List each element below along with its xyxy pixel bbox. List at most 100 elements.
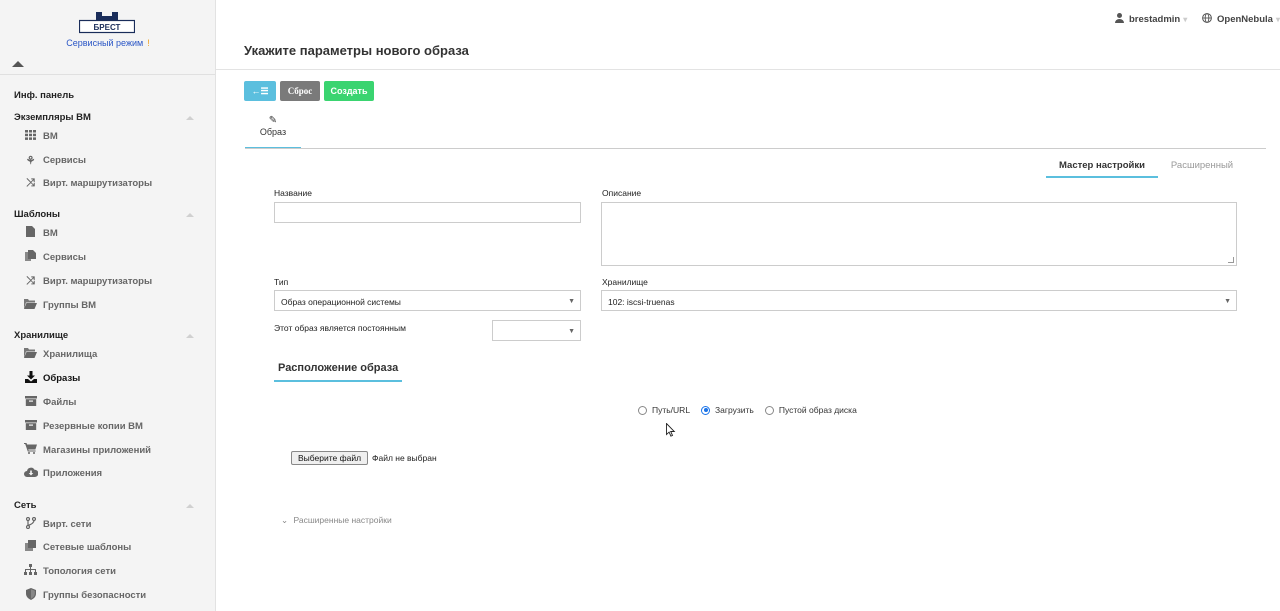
brest-logo[interactable]: БРЕСТ bbox=[79, 10, 135, 34]
zone-name: OpenNebula bbox=[1217, 14, 1273, 25]
persistent-select[interactable]: ▼ bbox=[492, 320, 581, 341]
sidebar-item-label: Резервные копии ВМ bbox=[43, 420, 143, 432]
tab-wizard[interactable]: Мастер настройки bbox=[1046, 160, 1158, 178]
radio-upload-label[interactable]: Загрузить bbox=[715, 405, 754, 415]
branch-icon bbox=[24, 516, 37, 532]
datastore-select[interactable]: 102: iscsi-truenas ▼ bbox=[601, 290, 1237, 311]
sidebar-item-label: Образы bbox=[43, 372, 81, 384]
sidebar-item-router-templates[interactable]: ⤨ Вирт. маршрутизаторы bbox=[24, 273, 152, 289]
sidebar-section-storage[interactable]: Хранилище bbox=[14, 330, 68, 341]
sidebar-item-network-topology[interactable]: Топология сети bbox=[24, 563, 116, 579]
file-status-text: Файл не выбран bbox=[372, 453, 437, 463]
name-label: Название bbox=[274, 188, 312, 198]
sidebar-divider bbox=[0, 74, 215, 75]
sidebar-item-vm-groups[interactable]: Группы ВМ bbox=[24, 297, 96, 313]
reset-button[interactable]: Сброс bbox=[280, 81, 320, 101]
download-icon bbox=[24, 370, 37, 386]
sidebar-item-label: Вирт. сети bbox=[43, 518, 92, 530]
sidebar-item-vm-templates[interactable]: ВМ bbox=[24, 225, 58, 241]
choose-file-button[interactable]: Выберите файл bbox=[291, 451, 368, 465]
page-title: Укажите параметры нового образа bbox=[244, 43, 469, 58]
clone-icon bbox=[24, 540, 37, 554]
radio-path-url[interactable] bbox=[638, 405, 647, 415]
edit-icon: ✎ bbox=[268, 115, 278, 126]
logo-text: БРЕСТ bbox=[94, 23, 121, 32]
sidebar-item-label: Группы ВМ bbox=[43, 299, 96, 311]
globe-icon bbox=[1202, 13, 1212, 26]
advanced-settings-label: Расширенные настройки bbox=[293, 515, 392, 525]
persistent-label: Этот образ является постоянным bbox=[274, 323, 406, 333]
chevron-down-icon: ▾ bbox=[1275, 15, 1280, 24]
sidebar-item-datastores[interactable]: Хранилища bbox=[24, 346, 97, 362]
sidebar-item-network-templates[interactable]: Сетевые шаблоны bbox=[24, 539, 131, 555]
sidebar-item-label: Сервисы bbox=[43, 154, 87, 166]
chevron-down-icon: ▾ bbox=[1183, 15, 1188, 24]
sidebar-item-label: Сетевые шаблоны bbox=[43, 541, 132, 553]
section-collapse-icon[interactable] bbox=[186, 213, 194, 217]
sidebar-section-vm-instances[interactable]: Экземпляры ВМ bbox=[14, 112, 91, 123]
radio-empty-disk-label[interactable]: Пустой образ диска bbox=[779, 405, 857, 415]
section-collapse-icon[interactable] bbox=[186, 334, 194, 338]
radio-upload[interactable] bbox=[701, 405, 711, 415]
services-icon: ⚘ bbox=[25, 154, 36, 167]
sidebar-item-label: Группы безопасности bbox=[43, 589, 147, 601]
datastore-label: Хранилище bbox=[602, 277, 648, 287]
section-collapse-icon[interactable] bbox=[186, 504, 194, 508]
tab-advanced[interactable]: Расширенный bbox=[1160, 160, 1244, 171]
tab-divider bbox=[245, 148, 1266, 149]
shuffle-icon: ⤨ bbox=[26, 176, 35, 189]
archive-icon bbox=[24, 419, 37, 433]
sidebar-item-vms[interactable]: ВМ bbox=[24, 128, 58, 144]
tab-image[interactable]: ✎ Образ bbox=[245, 115, 301, 149]
sidebar: БРЕСТ Сервисный режим! Инф. панель Экзем… bbox=[0, 0, 216, 611]
sidebar-item-label: ВМ bbox=[43, 130, 58, 142]
sidebar-item-files[interactable]: Файлы bbox=[24, 394, 76, 410]
sidebar-item-label: Топология сети bbox=[43, 565, 116, 577]
folder-open-icon bbox=[24, 347, 37, 361]
advanced-settings-toggle[interactable]: ⌄ Расширенные настройки bbox=[281, 515, 392, 526]
create-button[interactable]: Создать bbox=[324, 81, 374, 101]
sidebar-item-apps[interactable]: Приложения bbox=[24, 465, 102, 481]
collapse-sidebar-icon[interactable] bbox=[12, 61, 24, 67]
section-collapse-icon[interactable] bbox=[186, 116, 194, 120]
shield-icon bbox=[24, 587, 37, 603]
sidebar-item-services[interactable]: ⚘ Сервисы bbox=[24, 152, 86, 168]
sidebar-item-label: Приложения bbox=[43, 467, 103, 479]
type-select-value: Образ операционной системы bbox=[281, 297, 401, 307]
sidebar-item-virtual-routers[interactable]: ⤨ Вирт. маршрутизаторы bbox=[24, 175, 152, 191]
image-location-heading: Расположение образа bbox=[274, 362, 402, 382]
sidebar-item-vm-backups[interactable]: Резервные копии ВМ bbox=[24, 418, 143, 434]
user-menu[interactable]: brestadmin ▾ bbox=[1115, 13, 1187, 26]
zone-menu[interactable]: OpenNebula ▾ bbox=[1202, 13, 1280, 26]
sitemap-icon bbox=[24, 563, 37, 579]
mouse-cursor-icon bbox=[666, 423, 676, 437]
files-icon bbox=[24, 250, 37, 264]
grid-icon bbox=[24, 129, 37, 143]
type-select[interactable]: Образ операционной системы ▼ bbox=[274, 290, 581, 311]
sidebar-section-network[interactable]: Сеть bbox=[14, 500, 37, 511]
back-to-list-button[interactable]: ←☰ bbox=[244, 81, 276, 101]
chevron-down-icon: ▼ bbox=[1224, 298, 1231, 305]
user-icon bbox=[1115, 13, 1124, 26]
sidebar-item-security-groups[interactable]: Группы безопасности bbox=[24, 587, 146, 603]
sidebar-item-marketplaces[interactable]: Магазины приложений bbox=[24, 442, 151, 458]
sidebar-section-templates[interactable]: Шаблоны bbox=[14, 209, 60, 220]
description-textarea[interactable] bbox=[601, 202, 1237, 266]
radio-path-url-label[interactable]: Путь/URL bbox=[652, 405, 690, 415]
name-input[interactable] bbox=[274, 202, 581, 223]
sidebar-item-label: Вирт. маршрутизаторы bbox=[43, 275, 153, 287]
radio-empty-disk[interactable] bbox=[764, 405, 774, 415]
service-mode-label[interactable]: Сервисный режим! bbox=[0, 38, 215, 48]
chevron-down-icon: ▼ bbox=[568, 328, 575, 335]
resize-grip-icon[interactable] bbox=[1228, 257, 1234, 263]
top-bar bbox=[216, 0, 1280, 70]
sidebar-item-virtual-networks[interactable]: Вирт. сети bbox=[24, 516, 91, 532]
sidebar-item-images[interactable]: Образы bbox=[24, 370, 80, 386]
sidebar-item-label: Вирт. маршрутизаторы bbox=[43, 177, 153, 189]
alert-icon: ! bbox=[147, 38, 150, 48]
sidebar-item-service-templates[interactable]: Сервисы bbox=[24, 249, 86, 265]
sidebar-item-dashboard[interactable]: Инф. панель bbox=[14, 90, 74, 101]
datastore-select-value: 102: iscsi-truenas bbox=[608, 297, 675, 307]
type-label: Тип bbox=[274, 277, 289, 287]
folder-open-icon bbox=[24, 298, 37, 312]
